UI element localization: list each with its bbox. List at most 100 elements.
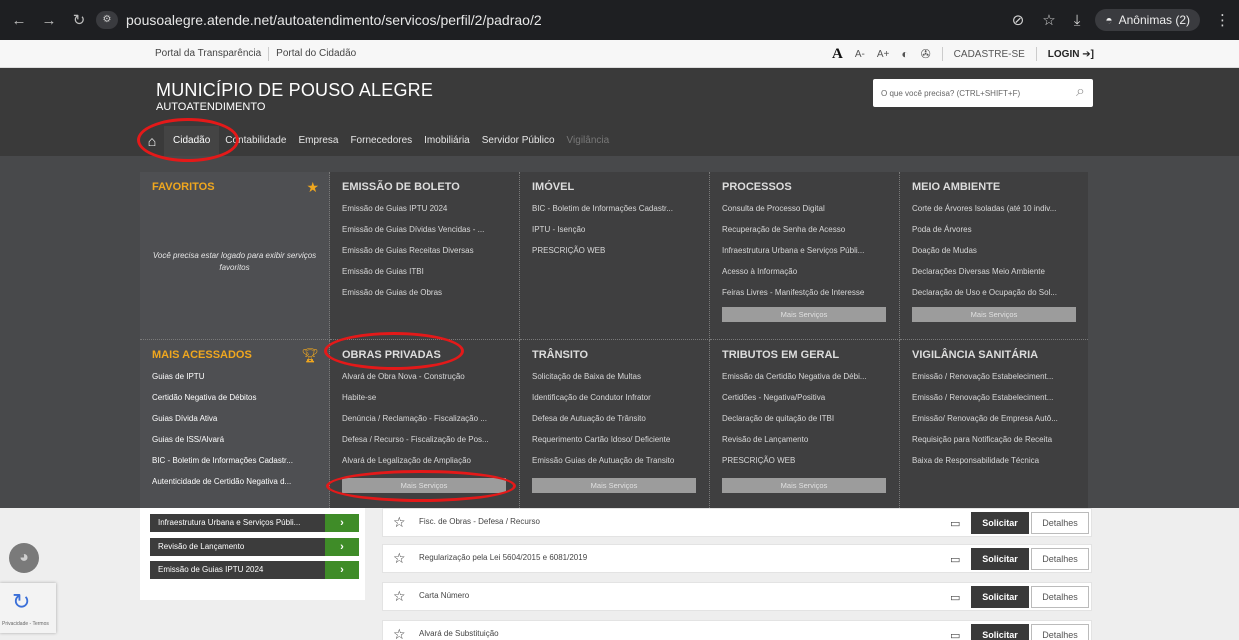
home-icon[interactable]: ⌂ [140,126,164,156]
browser-menu-icon[interactable]: ⋮ [1215,11,1230,29]
menu-link[interactable]: Guias Dívida Ativa [152,413,321,434]
star-outline-icon[interactable]: ☆ [393,514,406,531]
shortcut-button[interactable]: Infraestrutura Urbana e Serviços Públi..… [150,514,359,532]
shortcut-button[interactable]: Revisão de Lançamento › [150,538,359,556]
star-outline-icon[interactable]: ☆ [393,626,406,640]
menu-link[interactable]: Requerimento Cartão Idoso/ Deficiente [532,434,701,455]
details-button[interactable]: Detalhes [1031,548,1089,570]
menu-link[interactable]: Recuperação de Senha de Acesso [722,224,891,245]
details-button[interactable]: Detalhes [1031,512,1089,534]
menu-link[interactable]: Poda de Árvores [912,224,1080,245]
menu-link[interactable]: Defesa / Recurso - Fiscalização de Pos..… [342,434,511,455]
menu-link[interactable]: Defesa de Autuação de Trânsito [532,413,701,434]
menu-link[interactable]: Solicitação de Baixa de Multas [532,371,701,392]
star-outline-icon[interactable]: ☆ [393,588,406,605]
request-button[interactable]: Solicitar [971,586,1029,608]
menu-link[interactable]: Infraestrutura Urbana e Serviços Públi..… [722,245,891,266]
menu-link[interactable]: Requisição para Notificação de Receita [912,434,1080,455]
menu-link[interactable]: Emissão da Certidão Negativa de Débi... [722,371,891,392]
menu-link[interactable]: Emissão de Guias ITBI [342,266,511,287]
menu-link[interactable]: Emissão / Renovação Estabeleciment... [912,392,1080,413]
forward-icon[interactable]: → [38,12,60,29]
menu-link[interactable]: BIC - Boletim de Informações Cadastr... [532,203,701,224]
menu-link[interactable]: Autenticidade de Certidão Negativa d... [152,476,321,497]
more-services-button[interactable]: Mais Serviços [722,307,886,322]
tab-vigilancia[interactable]: Vigilância [561,126,616,156]
font-increase-button[interactable]: A+ [871,49,896,60]
tab-contabilidade[interactable]: Contabilidade [219,126,292,156]
menu-link[interactable]: Baixa de Responsabilidade Técnica [912,455,1080,476]
reload-icon[interactable]: ↻ [68,11,90,29]
menu-link[interactable]: Identificação de Condutor Infrator [532,392,701,413]
menu-link[interactable]: IPTU - Isenção [532,224,701,245]
service-title[interactable]: Regularização pela Lei 5604/2015 e 6081/… [419,553,587,562]
tab-servidor-publico[interactable]: Servidor Público [476,126,561,156]
tab-imobiliaria[interactable]: Imobiliária [418,126,476,156]
menu-link[interactable]: Alvará de Obra Nova - Construção [342,371,511,392]
menu-link[interactable]: BIC - Boletim de Informações Cadastr... [152,455,321,476]
menu-link[interactable]: Habite-se [342,392,511,413]
menu-link[interactable]: Emissão Guias de Autuação de Transito [532,455,701,476]
menu-link[interactable]: Certidões - Negativa/Positiva [722,392,891,413]
tab-empresa[interactable]: Empresa [292,126,344,156]
contrast-icon[interactable]: ◐ [895,47,914,61]
more-services-button[interactable]: Mais Serviços [722,478,886,493]
back-icon[interactable]: ← [8,12,30,29]
request-button[interactable]: Solicitar [971,548,1029,570]
shortcut-button[interactable]: Emissão de Guias IPTU 2024 › [150,561,359,579]
tracking-off-icon[interactable]: ⊘ [1012,11,1025,29]
request-button[interactable]: Solicitar [971,512,1029,534]
recaptcha-badge[interactable]: ↻ Privacidade - Termos [0,583,56,633]
menu-link[interactable]: Emissão de Guias Receitas Diversas [342,245,511,266]
menu-link[interactable]: PRESCRIÇÃO WEB [532,245,701,266]
bookmark-star-icon[interactable]: ☆ [1042,11,1055,29]
transparency-portal-link[interactable]: Portal da Transparência [148,47,270,61]
site-settings-icon[interactable]: ⚙ [96,11,118,29]
menu-link[interactable]: Consulta de Processo Digital [722,203,891,224]
address-bar[interactable]: ⚙ pousoalegre.atende.net/autoatendimento… [96,8,826,32]
accessibility-icon[interactable]: ✇ [915,47,937,61]
site-title[interactable]: MUNICÍPIO DE POUSO ALEGRE [156,80,433,101]
star-outline-icon[interactable]: ☆ [393,550,406,567]
menu-link[interactable]: PRESCRIÇÃO WEB [722,455,891,476]
menu-link[interactable]: Denúncia / Reclamação - Fiscalização ... [342,413,511,434]
citizen-portal-link[interactable]: Portal do Cidadão [269,47,363,61]
menu-link[interactable]: Certidão Negativa de Débitos [152,392,321,413]
font-reset-button[interactable]: A [826,46,849,63]
menu-link[interactable]: Feiras Livres - Manifestção de Interesse [722,287,891,308]
menu-link[interactable]: Guias de IPTU [152,371,321,392]
font-decrease-button[interactable]: A- [849,49,871,60]
more-services-button[interactable]: Mais Serviços [912,307,1076,322]
search-icon[interactable]: ⌕ [1076,83,1085,101]
service-title[interactable]: Alvará de Substituição [419,629,499,638]
details-button[interactable]: Detalhes [1031,586,1089,608]
incognito-profile-button[interactable]: ◓ Anônimas (2) [1095,9,1200,31]
menu-link[interactable]: Revisão de Lançamento [722,434,891,455]
details-button[interactable]: Detalhes [1031,624,1089,640]
menu-link[interactable]: Emissão/ Renovação de Empresa Autô... [912,413,1080,434]
more-services-button[interactable]: Mais Serviços [532,478,696,493]
service-title[interactable]: Carta Número [419,591,469,600]
cookie-icon[interactable]: ◕ [9,543,39,573]
more-services-button[interactable]: Mais Serviços [342,478,506,493]
menu-link[interactable]: Corte de Árvores Isoladas (até 10 indiv.… [912,203,1080,224]
menu-link[interactable]: Acesso à Informação [722,266,891,287]
menu-link[interactable]: Doação de Mudas [912,245,1080,266]
menu-link[interactable]: Declarações Diversas Meio Ambiente [912,266,1080,287]
menu-link[interactable]: Guias de ISS/Alvará [152,434,321,455]
tab-cidadao[interactable]: Cidadão [164,126,220,156]
tab-fornecedores[interactable]: Fornecedores [344,126,418,156]
menu-link[interactable]: Declaração de Uso e Ocupação do Sol... [912,287,1080,308]
search-input[interactable]: O que você precisa? (CTRL+SHIFT+F) ⌕ [873,79,1093,107]
login-link[interactable]: LOGIN ➔] [1042,49,1100,60]
menu-link[interactable]: Emissão de Guias Dívidas Vencidas - ... [342,224,511,245]
menu-link[interactable]: Alvará de Legalização de Ampliação [342,455,511,476]
service-title[interactable]: Fisc. de Obras - Defesa / Recurso [419,517,540,526]
download-icon[interactable]: ⤓ [1074,12,1081,29]
request-button[interactable]: Solicitar [971,624,1029,640]
register-link[interactable]: CADASTRE-SE [948,49,1031,60]
menu-link[interactable]: Emissão de Guias de Obras [342,287,511,308]
menu-link[interactable]: Emissão / Renovação Estabeleciment... [912,371,1080,392]
menu-link[interactable]: Emissão de Guias IPTU 2024 [342,203,511,224]
menu-link[interactable]: Declaração de quitação de ITBI [722,413,891,434]
